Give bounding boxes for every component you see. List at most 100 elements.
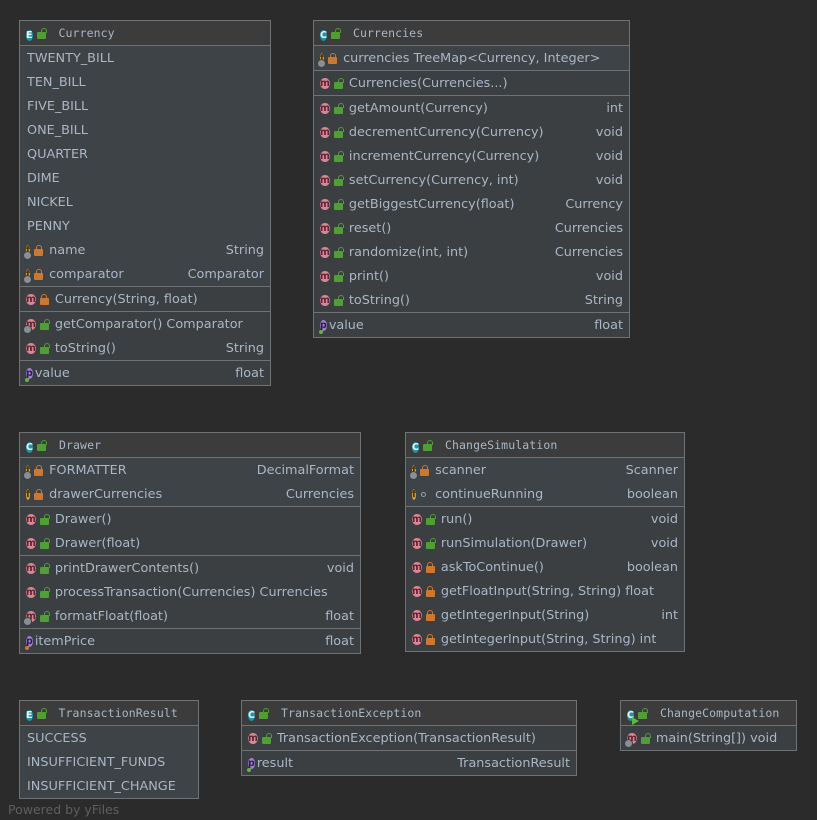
public-unlock-icon [333, 77, 344, 90]
field-icon: f [26, 489, 31, 500]
uml-member-row[interactable]: m Currencies(Currencies...) [314, 71, 629, 95]
uml-node-header[interactable]: C TransactionException [242, 701, 576, 726]
public-unlock-icon [39, 586, 50, 599]
uml-member-row[interactable]: p itemPrice float [20, 629, 360, 653]
uml-member-label: Currencies(Currencies...) [348, 75, 508, 91]
uml-member-row[interactable]: TWENTY_BILL [20, 46, 270, 70]
uml-member-row[interactable]: TEN_BILL [20, 70, 270, 94]
uml-member-row[interactable]: FIVE_BILL [20, 94, 270, 118]
uml-member-label: Drawer() [54, 511, 112, 527]
uml-member-label: getAmount(Currency) [348, 100, 488, 116]
uml-member-row[interactable]: m formatFloat(float) float [20, 604, 360, 628]
public-unlock-icon [36, 707, 47, 720]
uml-member-row[interactable]: ONE_BILL [20, 118, 270, 142]
uml-member-type: void [595, 172, 623, 188]
uml-member-row[interactable]: m Drawer(float) [20, 531, 360, 555]
uml-member-row[interactable]: m main(String[]) void [621, 726, 796, 750]
uml-member-row[interactable]: DIME [20, 166, 270, 190]
uml-member-row[interactable]: INSUFFICIENT_FUNDS [20, 750, 198, 774]
uml-member-row[interactable]: m askToContinue() boolean [406, 555, 684, 579]
uml-member-row[interactable]: m run() void [406, 507, 684, 531]
uml-member-row[interactable]: m toString() String [20, 336, 270, 360]
uml-section: p itemPrice float [20, 629, 360, 653]
uml-member-row[interactable]: PENNY [20, 214, 270, 238]
uml-class-node-changesimulation[interactable]: C ChangeSimulation f scanner Scanner f continu… [405, 432, 685, 652]
public-unlock-icon [39, 562, 50, 575]
method-icon: m [26, 563, 36, 574]
uml-member-row[interactable]: f scanner Scanner [406, 458, 684, 482]
uml-member-row[interactable]: m processTransaction(Currencies) Currenci… [20, 580, 360, 604]
uml-member-row[interactable]: m getIntegerInput(String) int [406, 603, 684, 627]
uml-member-row[interactable]: f comparator Comparator [20, 262, 270, 286]
uml-class-node-drawer[interactable]: C Drawer f FORMATTER DecimalFormat f drawerCur… [19, 432, 361, 654]
uml-node-header[interactable]: E Currency [20, 21, 270, 46]
public-unlock-icon [39, 513, 50, 526]
uml-node-title: Drawer [58, 438, 102, 452]
uml-class-node-changecomputation[interactable]: C ChangeComputation m main(String[]) void [620, 700, 797, 751]
field-static-icon: f [317, 50, 326, 67]
uml-member-type: boolean [626, 559, 678, 575]
uml-node-header[interactable]: C ChangeComputation [621, 701, 796, 726]
uml-node-header[interactable]: C ChangeSimulation [406, 433, 684, 458]
uml-class-node-currencies[interactable]: C Currencies f currencies TreeMap<Currency,… [313, 20, 630, 338]
uml-member-type: void [595, 268, 623, 284]
uml-member-row[interactable]: QUARTER [20, 142, 270, 166]
uml-member-row[interactable]: INSUFFICIENT_CHANGE [20, 774, 198, 798]
uml-member-row[interactable]: m getFloatInput(String, String) float [406, 579, 684, 603]
uml-member-row[interactable]: p value float [314, 313, 629, 337]
uml-member-row[interactable]: m randomize(int, int) Currencies [314, 240, 629, 264]
uml-class-node-transactionexception[interactable]: C TransactionException m TransactionExcepti… [241, 700, 577, 776]
uml-node-header[interactable]: C Currencies [314, 21, 629, 46]
uml-member-row[interactable]: m reset() Currencies [314, 216, 629, 240]
uml-member-type: boolean [626, 486, 678, 502]
uml-class-node-currency[interactable]: E Currency TWENTY_BILL TEN_BILL FIVE_BILL ONE… [19, 20, 271, 386]
uml-member-row[interactable]: m incrementCurrency(Currency) void [314, 144, 629, 168]
uml-member-row[interactable]: f name String [20, 238, 270, 262]
uml-member-row[interactable]: m getComparator() Comparator [20, 312, 270, 336]
uml-member-row[interactable]: f drawerCurrencies Currencies [20, 482, 360, 506]
uml-member-row[interactable]: m Drawer() [20, 507, 360, 531]
uml-member-row[interactable]: p result TransactionResult [242, 751, 576, 775]
uml-member-row[interactable]: m setCurrency(Currency, int) void [314, 168, 629, 192]
uml-node-title: Currency [58, 26, 115, 40]
public-unlock-icon [36, 439, 47, 452]
uml-member-row[interactable]: m Currency(String, float) [20, 287, 270, 311]
uml-node-header[interactable]: C Drawer [20, 433, 360, 458]
uml-member-label: FORMATTER [49, 462, 127, 478]
public-unlock-icon [258, 707, 269, 720]
method-icon: m [248, 733, 258, 744]
uml-member-row[interactable]: NICKEL [20, 190, 270, 214]
uml-member-row[interactable]: m getBiggestCurrency(float) Currency [314, 192, 629, 216]
uml-member-row[interactable]: m print() void [314, 264, 629, 288]
uml-member-type: void [326, 560, 354, 576]
private-lock-icon [425, 633, 436, 646]
uml-member-row[interactable]: f currencies TreeMap<Currency, Integer> [314, 46, 629, 70]
uml-member-row[interactable]: m runSimulation(Drawer) void [406, 531, 684, 555]
method-icon: m [26, 538, 36, 549]
uml-member-label: currencies TreeMap<Currency, Integer> [343, 50, 601, 66]
uml-member-row[interactable]: f continueRunning boolean [406, 482, 684, 506]
uml-member-type: String [225, 242, 264, 258]
uml-member-row[interactable]: p value float [20, 361, 270, 385]
uml-member-row[interactable]: SUCCESS [20, 726, 198, 750]
public-unlock-icon [39, 318, 50, 331]
public-unlock-icon [330, 27, 341, 40]
uml-member-row[interactable]: f FORMATTER DecimalFormat [20, 458, 360, 482]
uml-member-row[interactable]: m toString() String [314, 288, 629, 312]
public-unlock-icon [333, 102, 344, 115]
uml-member-label: setCurrency(Currency, int) [348, 172, 519, 188]
class-icon: C [26, 442, 33, 453]
uml-section: m getAmount(Currency) int m decrementCurrenc… [314, 96, 629, 313]
uml-member-row[interactable]: m getIntegerInput(String, String) int [406, 627, 684, 651]
uml-member-row[interactable]: m getAmount(Currency) int [314, 96, 629, 120]
uml-class-node-transactionresult[interactable]: E TransactionResult SUCCESS INSUFFICIENT_FU… [19, 700, 199, 799]
uml-member-label: askToContinue() [440, 559, 544, 575]
uml-member-type: void [650, 511, 678, 527]
uml-member-row[interactable]: m TransactionException(TransactionResult) [242, 726, 576, 750]
uml-node-header[interactable]: E TransactionResult [20, 701, 198, 726]
uml-member-label: randomize(int, int) [348, 244, 469, 260]
yfiles-watermark: Powered by yFiles [8, 802, 120, 817]
field-static-icon: f [23, 462, 32, 479]
uml-member-row[interactable]: m printDrawerContents() void [20, 556, 360, 580]
uml-member-row[interactable]: m decrementCurrency(Currency) void [314, 120, 629, 144]
